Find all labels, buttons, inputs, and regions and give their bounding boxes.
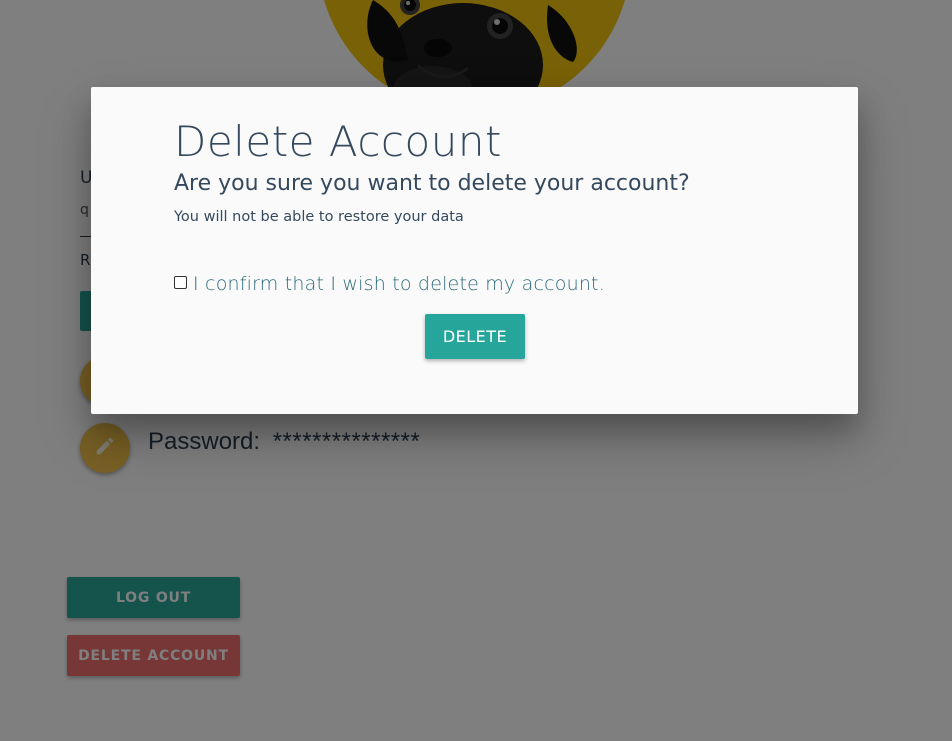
modal-title: Delete Account xyxy=(174,117,502,166)
confirm-delete-label[interactable]: I confirm that I wish to delete my accou… xyxy=(193,273,605,295)
modal-question: Are you sure you want to delete your acc… xyxy=(174,171,690,196)
modal-warning: You will not be able to restore your dat… xyxy=(174,209,464,225)
delete-account-modal: Delete Account Are you sure you want to … xyxy=(91,87,858,414)
delete-button[interactable]: DELETE xyxy=(425,314,525,359)
confirm-delete-row[interactable]: I confirm that I wish to delete my accou… xyxy=(174,273,605,295)
confirm-delete-checkbox[interactable] xyxy=(174,275,187,289)
